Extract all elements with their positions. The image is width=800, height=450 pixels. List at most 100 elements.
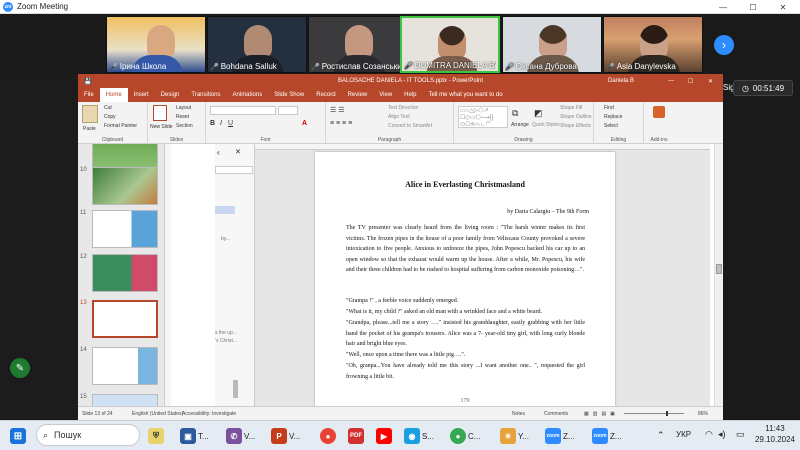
shapes-gallery[interactable]: ▭○△▷⬠↗ ☐◇▭⬡⟶{} ⬭⎔☆⌒∟◠ [458,106,508,128]
tab-review[interactable]: Review [342,92,374,98]
new-slide-icon[interactable] [153,105,167,121]
tab-animations[interactable]: Animations [227,92,269,98]
slide-thumbnail-selected[interactable] [92,300,158,338]
slide-thumbnail[interactable] [92,254,158,292]
user-name[interactable]: Daniela B [608,78,634,84]
addins-icon[interactable] [653,106,665,118]
replace-button[interactable]: Replace [604,114,622,120]
vertical-scrollbar[interactable] [714,144,723,406]
outline-search-input[interactable] [215,166,253,174]
shape-effects-button[interactable]: Shape Effects [560,123,591,129]
cut-button[interactable]: Cut [104,105,112,111]
text-direction-button[interactable]: Text Direction [388,105,418,111]
thumbs-scrollbar[interactable] [165,144,171,406]
maximize-icon[interactable]: ☐ [742,0,764,14]
tab-insert[interactable]: Insert [128,92,155,98]
slide-thumbnail[interactable] [92,167,158,205]
taskbar-app-pdf[interactable]: PDF [348,427,364,445]
taskbar-app-zoom1[interactable]: zoom Z... [545,427,575,445]
speaker-icon[interactable]: ◂) [718,429,726,440]
slide-thumbnail[interactable] [92,210,158,248]
taskbar-app-ppt[interactable]: P V... [271,427,300,445]
paste-button[interactable]: Paste [83,126,96,132]
taskbar-app-viber[interactable]: ✆ V... [226,427,255,445]
outline-scrollbar[interactable] [233,380,238,398]
tab-record[interactable]: Record [310,92,341,98]
tab-home[interactable]: Home [99,88,128,102]
find-button[interactable]: Find [604,105,614,111]
tell-me-search[interactable]: Tell me what you want to do [423,92,509,98]
close-pane-icon[interactable]: ✕ [235,148,241,156]
shape-fill-button[interactable]: Shape Fill [560,105,582,111]
view-buttons[interactable]: ▦▥▤▣ [584,411,619,417]
arrange-icon[interactable]: ⧉ [512,108,518,119]
next-page-button[interactable]: › [714,35,734,55]
save-icon[interactable]: 💾 [84,78,91,85]
close-icon[interactable]: ✕ [772,0,794,14]
battery-icon[interactable]: ▭ [736,429,745,440]
bold-icon[interactable]: B [210,120,215,127]
addins-button[interactable]: Add-ins [644,137,674,143]
accessibility-indicator[interactable]: Accessibility: Investigate [182,411,236,417]
comments-button[interactable]: Comments [544,411,568,417]
language-indicator[interactable]: English (United States) [132,411,183,417]
start-icon[interactable]: ⊞ [10,427,26,445]
select-button[interactable]: Select [604,123,618,129]
taskbar-app-store[interactable]: ◉ S... [404,427,434,445]
tab-transitions[interactable]: Transitions [185,92,226,98]
reset-button[interactable]: Reset [176,114,189,120]
taskbar-search[interactable]: ⌕ Пошук [36,424,140,446]
layout-button[interactable]: Layout [176,105,191,111]
notes-button[interactable]: Notes [512,411,525,417]
format-painter-button[interactable]: Format Painter [104,123,137,129]
taskbar-app-youtube[interactable]: ▶ [376,427,392,445]
maximize-icon[interactable]: ☐ [688,78,693,85]
participant-tile[interactable]: 🎤 Bohdana Salluk [207,16,307,73]
tab-help[interactable]: Help [398,92,422,98]
taskbar-app-chrome[interactable]: ● [320,427,336,445]
taskbar-app-y[interactable]: ☀ Y... [500,427,529,445]
chevron-up-icon[interactable]: ⌃ [657,430,665,441]
scroll-thumb[interactable] [716,264,722,274]
paste-icon[interactable] [82,105,98,123]
quick-styles-icon[interactable]: ◩ [534,108,543,119]
copy-button[interactable]: Copy [104,114,116,120]
shape-outline-button[interactable]: Shape Outline [560,114,592,120]
slide-thumbnail[interactable] [92,347,158,385]
arrange-button[interactable]: Arrange [511,122,529,128]
font-size-select[interactable] [278,106,298,115]
font-name-select[interactable] [210,106,276,115]
zoom-percent[interactable]: 86% [698,411,708,417]
taskbar-app-coatofarms[interactable]: ⛨ [148,427,164,445]
convert-smartart-button[interactable]: Convert to SmartArt [388,123,432,129]
taskbar-app-zoom2[interactable]: zoom Z... [592,427,622,445]
minimize-icon[interactable]: — [712,0,734,14]
slide-thumbnail[interactable] [92,394,158,406]
section-button[interactable]: Section [176,123,193,129]
back-icon[interactable]: ‹ [217,148,220,157]
italic-icon[interactable]: I [220,120,222,127]
font-color-icon[interactable]: A [302,120,307,127]
minimize-icon[interactable]: — [668,78,674,84]
slide-page[interactable]: Alice in Everlasting Christmasland by Da… [315,152,615,406]
close-icon[interactable]: ✕ [708,78,713,85]
zoom-slider[interactable] [624,413,684,414]
align-icons[interactable]: ≡ ≡ ≡ ≡ [330,120,352,127]
system-clock[interactable]: 11:43 29.10.2024 [752,423,798,445]
zoom-slider-thumb[interactable] [666,411,668,416]
new-slide-button[interactable]: New Slide [150,124,173,130]
annotate-pencil-button[interactable]: ✎ [10,358,30,378]
wifi-icon[interactable]: ◠ [705,429,713,440]
participant-tile[interactable]: 🎤 Ростислав Созанський [308,16,408,73]
quick-styles-button[interactable]: Quick Styles [532,122,560,128]
participant-tile[interactable]: 🎤 Оксана Дуброва [502,16,602,73]
tab-design[interactable]: Design [155,92,186,98]
tab-slide-show[interactable]: Slide Show [268,92,310,98]
participant-tile[interactable]: 🎤 Ірина Школа [106,16,206,73]
taskbar-app-explorer[interactable]: ▣ T... [180,427,209,445]
bullets-icon[interactable]: ☰ ☰ [330,106,345,114]
input-language[interactable]: УКР [676,430,691,439]
tab-view[interactable]: View [373,92,398,98]
underline-icon[interactable]: U [228,120,233,127]
taskbar-app-chrome2[interactable]: ● C... [450,427,480,445]
